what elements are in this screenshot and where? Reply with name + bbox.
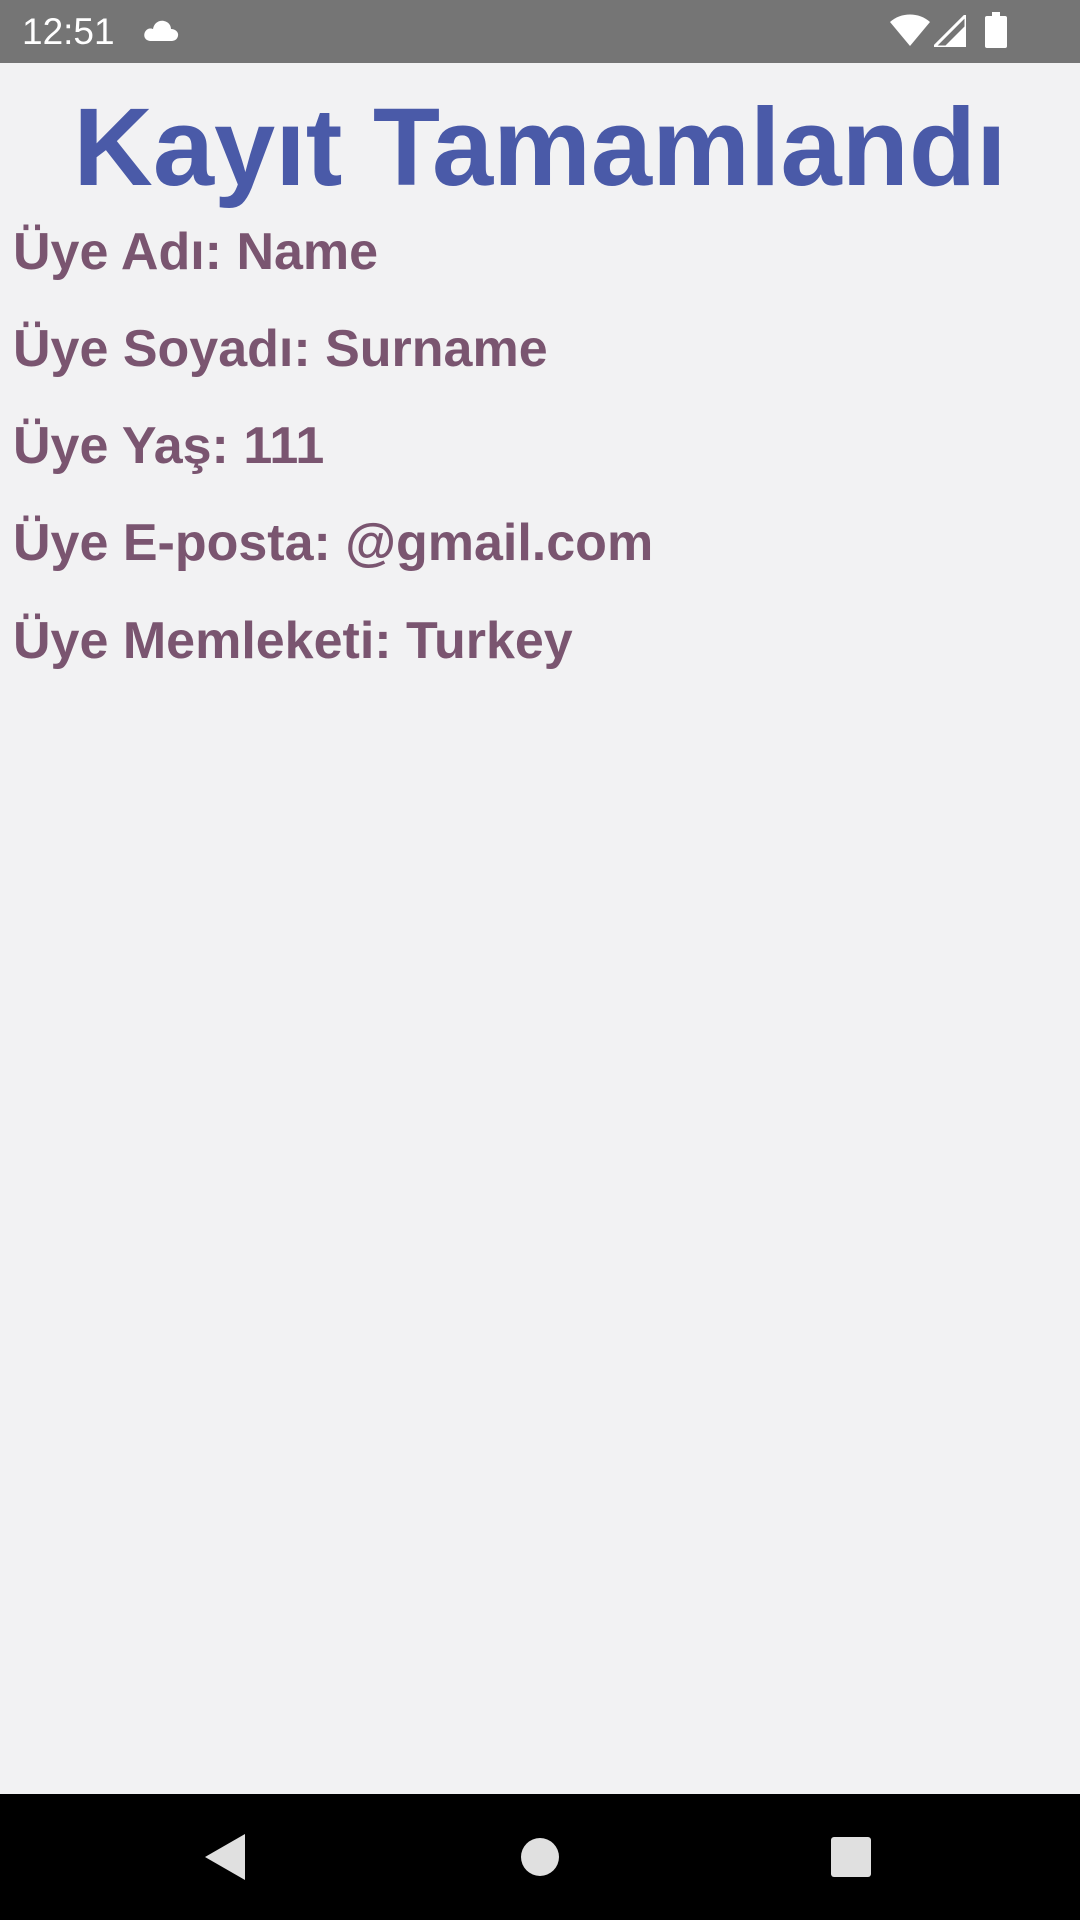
cloud-icon — [144, 20, 179, 41]
signal-icon — [934, 15, 966, 47]
member-email-label: Üye E-posta: @gmail.com — [13, 514, 654, 572]
registration-summary: Kayıt Tamamlandı Üye Adı: Name Üye Soyad… — [0, 63, 1080, 1794]
recents-button[interactable] — [808, 1814, 894, 1900]
member-name-label: Üye Adı: Name — [13, 223, 379, 281]
recents-icon — [831, 1837, 871, 1877]
member-surname-label: Üye Soyadı: Surname — [13, 320, 548, 378]
home-icon — [521, 1838, 559, 1876]
navigation-bar — [0, 1794, 1080, 1920]
back-button[interactable] — [182, 1814, 268, 1900]
page-title: Kayıt Tamamlandı — [73, 86, 1007, 209]
wifi-icon — [890, 14, 930, 46]
status-bar: 12:51 — [0, 0, 1080, 63]
status-time: 12:51 — [22, 11, 115, 52]
back-icon — [205, 1834, 245, 1880]
member-hometown-label: Üye Memleketi: Turkey — [13, 612, 573, 670]
member-age-label: Üye Yaş: 111 — [13, 417, 325, 475]
battery-icon — [985, 12, 1007, 48]
home-button[interactable] — [497, 1814, 583, 1900]
